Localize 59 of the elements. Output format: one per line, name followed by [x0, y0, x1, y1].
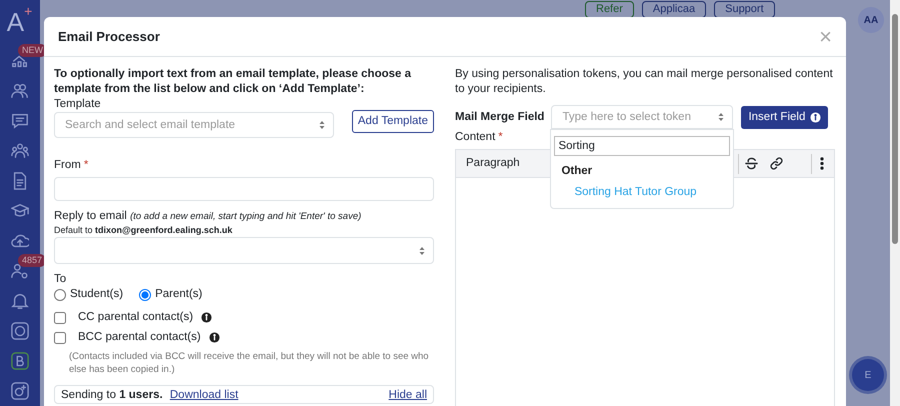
- template-select[interactable]: Search and select email template: [54, 112, 334, 138]
- close-button[interactable]: ×: [819, 26, 832, 48]
- info-icon: [810, 112, 822, 122]
- insert-field-button[interactable]: Insert Field: [741, 106, 828, 128]
- radio-button[interactable]: [54, 288, 66, 300]
- avatar[interactable]: AA: [858, 7, 884, 33]
- radio-button[interactable]: [139, 288, 152, 300]
- field-label: Reply to email (to add a new email, start typing and hit 'Enter' to save): [54, 209, 362, 224]
- topbar-button[interactable]: Refer: [585, 1, 634, 18]
- hide-all-link[interactable]: Hide all: [388, 388, 427, 403]
- sort-caret-icon: [419, 246, 425, 256]
- radio-label: Student(s): [70, 287, 124, 302]
- document-icon[interactable]: [11, 172, 29, 190]
- link-icon[interactable]: [770, 157, 783, 170]
- topbar-button[interactable]: Applicaa: [642, 1, 706, 18]
- users-icon[interactable]: [11, 82, 29, 100]
- modal-title: Email Processor: [58, 29, 160, 44]
- intro-text: By using personalisation tokens, you can mail merge personalised content to your recipients.: [455, 67, 834, 97]
- sort-caret-icon: [319, 120, 325, 130]
- floating-button[interactable]: E: [852, 359, 884, 391]
- cloud-upload-icon[interactable]: [11, 232, 29, 250]
- info-icon[interactable]: [208, 332, 220, 343]
- sort-caret-icon: [718, 112, 724, 122]
- token-search-field[interactable]: Sorting: [554, 136, 730, 156]
- from-input[interactable]: [54, 177, 434, 201]
- field-label: From *: [54, 158, 90, 173]
- logo: A$^{+}$: [6, 8, 34, 36]
- field-label: Mail Merge Field: [455, 110, 544, 124]
- help-text: (Contacts included via BCC will receive the email, but they will not be able to see who else has been copied in.): [68, 350, 430, 376]
- add-template-button[interactable]: Add Template: [352, 110, 434, 133]
- count-badge: 4857: [18, 254, 46, 267]
- group-icon[interactable]: [11, 142, 29, 160]
- more-icon[interactable]: [820, 157, 824, 170]
- user-gear-icon[interactable]: [11, 262, 29, 280]
- checkbox-label: CC parental contact(s): [78, 310, 194, 325]
- topbar-button[interactable]: Support: [714, 1, 775, 18]
- o-app-icon[interactable]: [11, 382, 29, 400]
- checkbox[interactable]: [54, 312, 66, 324]
- radio-label: Parent(s): [155, 287, 202, 302]
- group-heading: Other: [560, 164, 594, 179]
- strikethrough-icon[interactable]: [745, 157, 758, 170]
- download-link[interactable]: Download list: [170, 389, 238, 401]
- checkbox[interactable]: [54, 332, 66, 344]
- b-app-icon[interactable]: [11, 352, 29, 370]
- field-label: Content *: [455, 130, 504, 145]
- field-label: To: [54, 272, 68, 287]
- sending-text: Sending to 1 users.: [61, 389, 164, 401]
- field-label: Template: [54, 97, 102, 112]
- info-icon[interactable]: [201, 312, 212, 323]
- paragraph-dropdown[interactable]: Paragraph: [466, 156, 520, 171]
- intro-text: To optionally import text from an email template, please choose a template from the list below and click on ‘Add Template’:: [54, 67, 412, 97]
- default-email-text: Default to tdixon@greenford.ealing.sch.uk: [54, 224, 234, 236]
- chat-icon[interactable]: [11, 112, 29, 130]
- checkbox-label: BCC parental contact(s): [78, 330, 201, 345]
- scrollbar[interactable]: [890, 0, 900, 406]
- dropdown-option[interactable]: Sorting Hat Tutor Group: [554, 183, 730, 202]
- ring-app-icon[interactable]: [11, 322, 29, 340]
- token-select[interactable]: Type here to select token: [551, 105, 734, 129]
- bell-icon[interactable]: [11, 292, 29, 310]
